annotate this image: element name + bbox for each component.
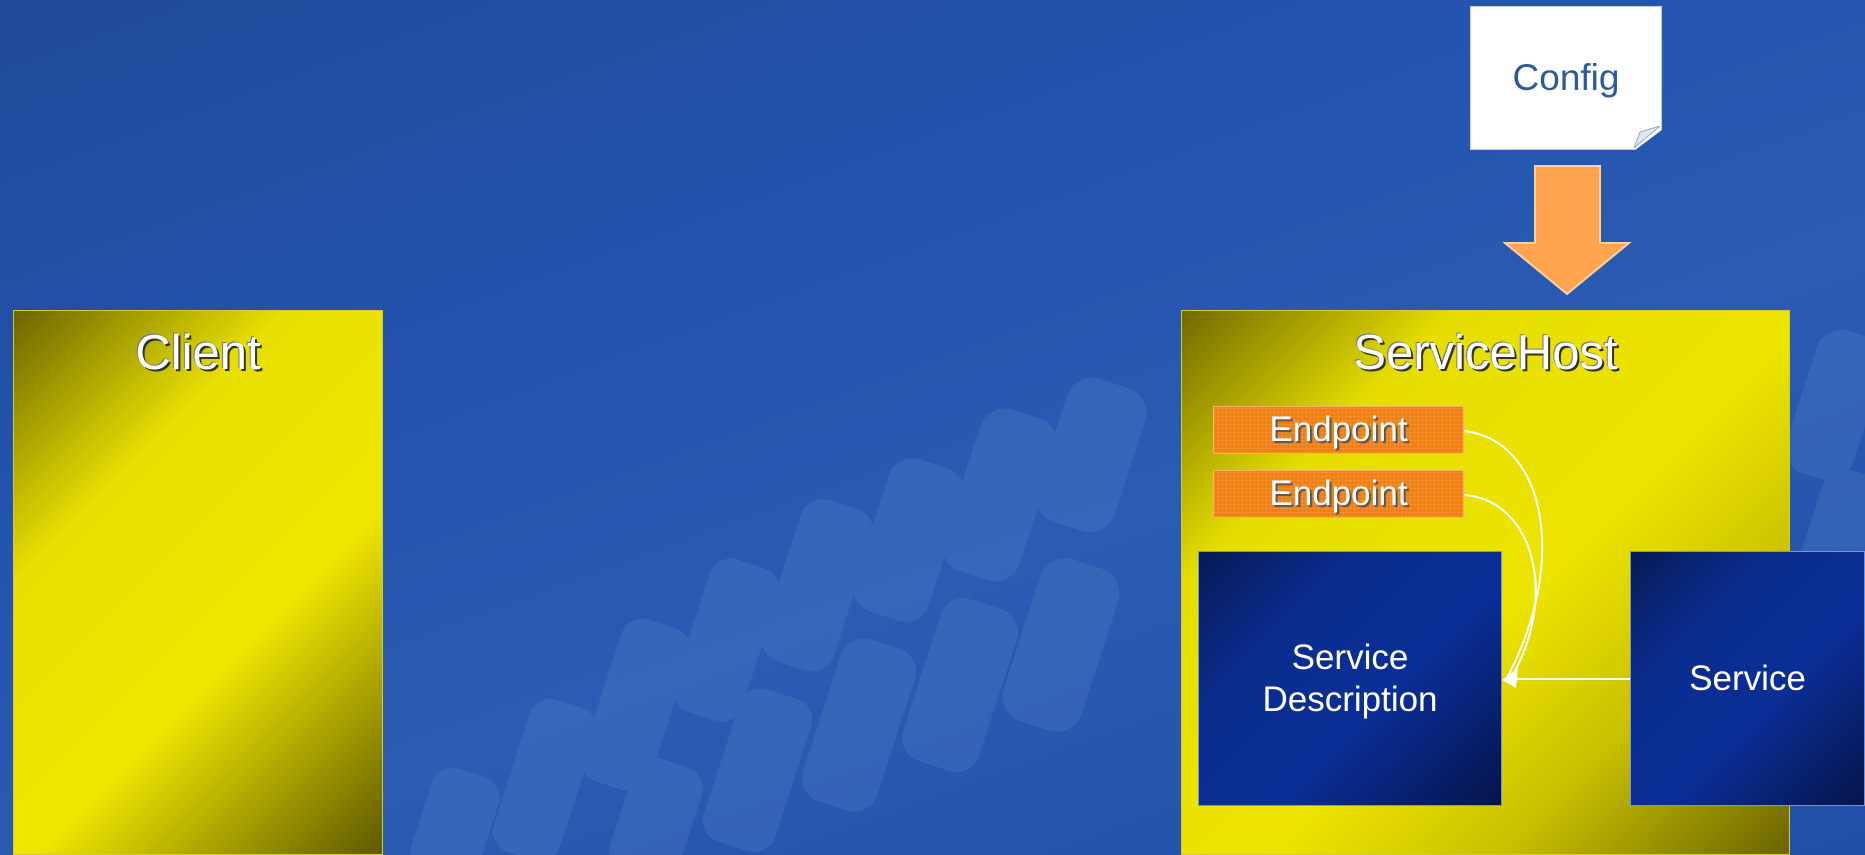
service-box: Service [1630,551,1865,806]
service-host-title: ServiceHost [1353,326,1618,380]
client-box: Client [13,310,383,855]
page-fold-icon [1634,126,1660,148]
service-label: Service [1689,658,1806,698]
service-description-box: Service Description [1198,551,1502,806]
client-title: Client [135,326,261,380]
endpoint-1: Endpoint [1213,406,1464,454]
config-arrow [1502,165,1632,296]
config-label: Config [1512,57,1620,98]
service-description-label: Service Description [1262,637,1438,719]
endpoint-2: Endpoint [1213,470,1464,518]
